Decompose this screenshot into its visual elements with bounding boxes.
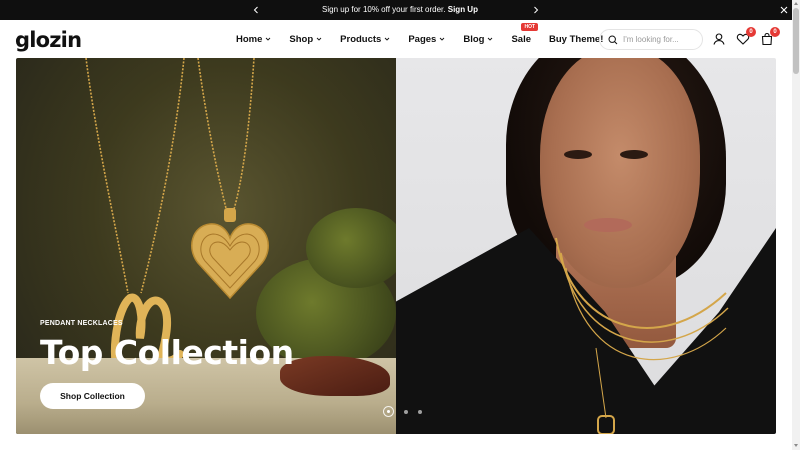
shop-collection-button[interactable]: Shop Collection — [40, 383, 145, 409]
site-logo[interactable]: glozin — [15, 28, 82, 52]
nav-sale[interactable]: HOT Sale — [511, 22, 539, 45]
cart-count-badge: 0 — [770, 27, 780, 37]
chevron-down-icon — [488, 37, 493, 41]
scrollbar-thumb[interactable] — [793, 8, 799, 74]
account-button[interactable] — [712, 32, 726, 46]
nav-blog[interactable]: Blog — [463, 34, 493, 45]
main-nav: Home Shop Products Pages Blog HOT Sale B… — [236, 20, 621, 58]
nav-pages[interactable]: Pages — [408, 34, 445, 45]
hot-badge: HOT — [521, 22, 539, 31]
announcement-close-button[interactable] — [778, 4, 790, 16]
chevron-down-icon — [266, 37, 271, 41]
slideshow-pagination — [378, 406, 427, 417]
search-input[interactable] — [623, 35, 697, 44]
nav-shop-label: Shop — [289, 33, 314, 45]
moss-decoration — [306, 208, 406, 288]
nav-pages-label: Pages — [408, 33, 437, 45]
slide-dot-1[interactable] — [383, 406, 394, 417]
nav-blog-label: Blog — [463, 33, 485, 45]
hero-headline: Top Collection — [40, 333, 294, 372]
announcement-bar: Sign up for 10% off your first order. Si… — [0, 0, 800, 20]
chevron-down-icon — [440, 37, 445, 41]
slide-dot-2[interactable] — [404, 409, 408, 414]
site-header: glozin Home Shop Products Pages Blog HOT… — [0, 20, 792, 58]
wishlist-button[interactable]: 0 — [736, 27, 756, 46]
hero-text: PENDANT NECKLACES Top Collection — [40, 320, 294, 372]
nav-shop[interactable]: Shop — [289, 34, 322, 45]
hero-image-pendants — [16, 58, 406, 434]
chevron-right-icon — [534, 6, 539, 14]
announcement-text: Sign up for 10% off your first order. — [322, 5, 446, 14]
announcement-signup-link[interactable]: Sign Up — [448, 5, 478, 14]
search-box[interactable] — [599, 29, 703, 50]
nav-products-label: Products — [340, 33, 382, 45]
rock-decoration — [280, 356, 390, 396]
wishlist-count-badge: 0 — [746, 27, 756, 37]
scroll-down-arrow[interactable] — [794, 444, 798, 447]
nav-products[interactable]: Products — [340, 34, 390, 45]
close-icon — [780, 6, 788, 14]
user-icon — [713, 33, 725, 45]
nav-home[interactable]: Home — [236, 34, 271, 45]
cart-button[interactable]: 0 — [760, 27, 780, 46]
search-icon[interactable] — [608, 34, 618, 45]
nav-buy-theme[interactable]: Buy Theme! — [549, 34, 603, 45]
chevron-down-icon — [385, 37, 390, 41]
hero-slideshow: PENDANT NECKLACES Top Collection Shop Co… — [16, 58, 776, 434]
nav-sale-label: Sale — [511, 33, 531, 45]
hero-eyebrow: PENDANT NECKLACES — [40, 320, 123, 327]
slide-dot-3[interactable] — [418, 409, 422, 414]
announcement-next-button[interactable] — [530, 4, 542, 16]
announcement-message: Sign up for 10% off your first order. Si… — [0, 0, 800, 20]
scroll-up-arrow[interactable] — [794, 2, 798, 5]
nav-home-label: Home — [236, 33, 263, 45]
chevron-down-icon — [316, 37, 322, 41]
nav-buy-theme-label: Buy Theme! — [549, 33, 604, 45]
model-necklaces — [555, 237, 729, 434]
